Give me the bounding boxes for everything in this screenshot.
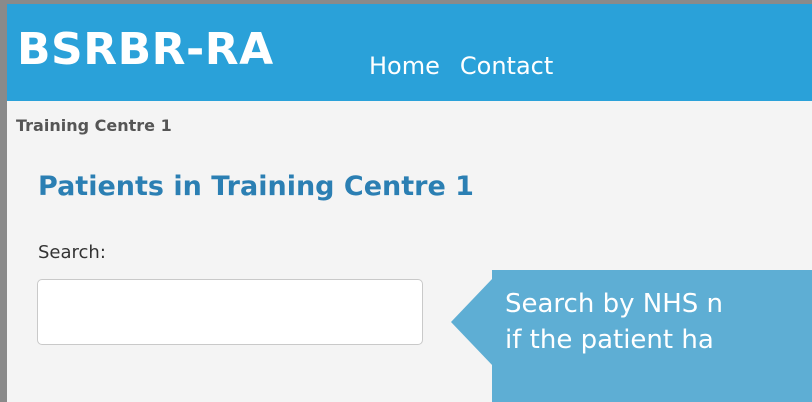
brand-logo[interactable]: BSRBR-RA [17, 24, 274, 75]
callout-arrow [451, 278, 493, 366]
app-window: BSRBR-RA Home Contact Training Centre 1 … [0, 0, 812, 402]
nav-link-home[interactable]: Home [369, 52, 440, 80]
nav-links: Home Contact [369, 52, 553, 80]
search-input[interactable] [37, 279, 423, 345]
nav-link-contact[interactable]: Contact [460, 52, 553, 80]
callout-text: Search by NHS n if the patient ha [505, 286, 723, 358]
search-label: Search: [38, 242, 106, 263]
callout-line-1: Search by NHS n [505, 289, 723, 319]
breadcrumb: Training Centre 1 [16, 116, 172, 135]
page-title: Patients in Training Centre 1 [38, 171, 474, 202]
callout-line-2: if the patient ha [505, 325, 714, 355]
help-callout: Search by NHS n if the patient ha [492, 270, 812, 402]
top-navbar: BSRBR-RA Home Contact [7, 4, 812, 101]
